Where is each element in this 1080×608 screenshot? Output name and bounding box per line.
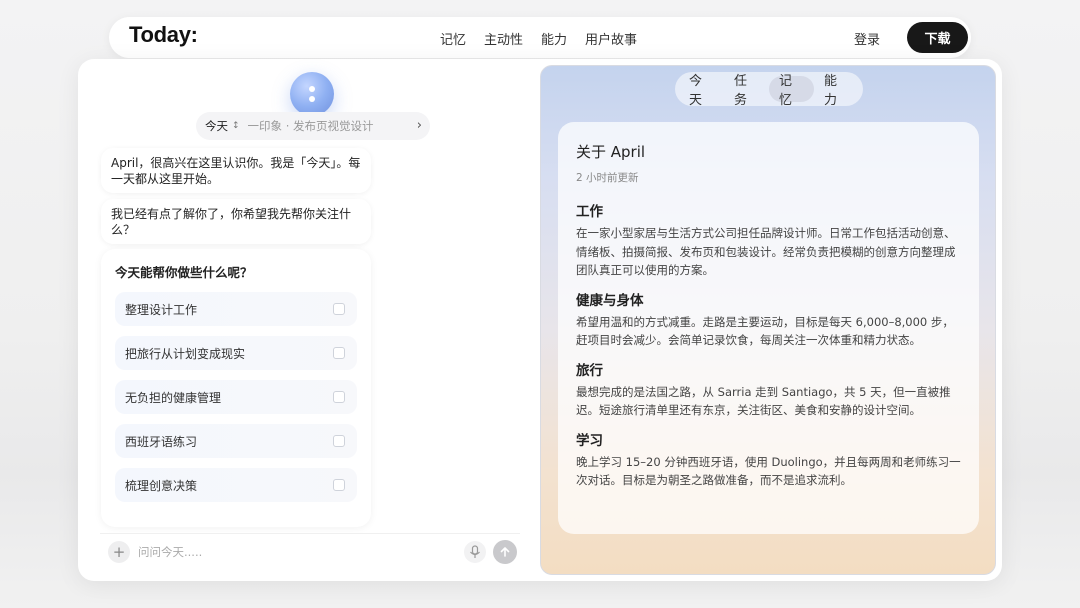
- checkbox[interactable]: [333, 347, 345, 359]
- assistant-message: 我已经有点了解你了，你希望我先帮你关注什么？: [101, 199, 371, 244]
- assistant-message: April，很高兴在这里认识你。我是「今天」。每一天都从这里开始。: [101, 148, 371, 193]
- section-text: 晚上学习 15–20 分钟西班牙语，使用 Duolingo，并且每两周和老师练习…: [576, 454, 961, 488]
- logo[interactable]: Today:: [129, 22, 198, 48]
- chevron-right-icon[interactable]: ›: [417, 118, 422, 133]
- section-text: 在一家小型家居与生活方式公司担任品牌设计师。日常工作包括活动创意、情绪板、拍摄简…: [576, 226, 956, 277]
- checkbox[interactable]: [333, 391, 345, 403]
- section-heading: 工作: [576, 204, 603, 220]
- tab-tasks[interactable]: 任务: [724, 74, 769, 108]
- memory-section-travel: 旅行 最想完成的是法国之路，从 Sarria 走到 Santiago，共 5 天…: [576, 362, 961, 420]
- arrow-up-icon: [500, 547, 510, 557]
- section-heading: 学习: [576, 432, 603, 449]
- message-composer: +: [100, 533, 520, 569]
- memory-section-work: 工作 在一家小型家居与生活方式公司担任品牌设计师。日常工作包括活动创意、情绪板、…: [576, 203, 961, 280]
- context-tags: 一印象 · 发布页视觉设计: [247, 119, 374, 133]
- nav-links: 记忆 主动性 能力 用户故事: [440, 29, 637, 48]
- plus-icon: +: [112, 543, 126, 561]
- app-window: 今天 ↕ 一印象 · 发布页视觉设计 › April，很高兴在这里认识你。我是「…: [78, 59, 1002, 581]
- nav-link-memory[interactable]: 记忆: [440, 29, 466, 48]
- section-heading: 健康与身体: [576, 292, 644, 309]
- memory-panel: 今天 任务 记忆 能力 关于 April 2 小时前更新 工作 在一家小型家居与…: [540, 65, 996, 575]
- memory-title: 关于 April: [576, 143, 646, 161]
- avatar-eye-dot: [309, 86, 315, 92]
- checkbox[interactable]: [333, 303, 345, 315]
- microphone-icon: [470, 545, 480, 558]
- context-fade: [368, 112, 408, 140]
- tab-memory[interactable]: 记忆: [769, 74, 814, 108]
- memory-section-health: 健康与身体 希望用温和的方式减重。走路是主要运动，目标是每天 6,000–8,0…: [576, 292, 961, 350]
- help-option-label: 无负担的健康管理: [125, 390, 222, 405]
- help-option[interactable]: 把旅行从计划变成现实: [115, 336, 357, 370]
- login-link[interactable]: 登录: [854, 29, 880, 48]
- last-updated: 2 小时前更新: [576, 172, 639, 184]
- help-option-label: 把旅行从计划变成现实: [125, 346, 246, 361]
- download-button[interactable]: 下载: [907, 22, 968, 53]
- checkbox[interactable]: [333, 435, 345, 447]
- checkbox[interactable]: [333, 479, 345, 491]
- help-title: 今天能帮你做些什么呢？: [115, 265, 253, 280]
- help-option[interactable]: 西班牙语练习: [115, 424, 357, 458]
- sort-icon: ↕: [232, 121, 240, 131]
- context-selector[interactable]: 今天 ↕ 一印象 · 发布页视觉设计 ›: [196, 112, 430, 140]
- message-input[interactable]: [138, 542, 438, 562]
- section-text: 最想完成的是法国之路，从 Sarria 走到 Santiago，共 5 天，但一…: [576, 384, 951, 418]
- help-option[interactable]: 梳理创意决策: [115, 468, 357, 502]
- help-option-label: 梳理创意决策: [125, 478, 198, 493]
- tab-today[interactable]: 今天: [679, 74, 724, 108]
- tab-abilities[interactable]: 能力: [814, 74, 859, 108]
- section-heading: 旅行: [576, 362, 603, 379]
- memory-card: 关于 April 2 小时前更新 工作 在一家小型家居与生活方式公司担任品牌设计…: [558, 122, 979, 534]
- top-navbar: Today: 记忆 主动性 能力 用户故事 登录 下载: [109, 17, 971, 58]
- avatar-eye-dot: [309, 96, 315, 102]
- help-options-card: 今天能帮你做些什么呢？ 整理设计工作 把旅行从计划变成现实 无负担的健康管理 西…: [101, 249, 371, 527]
- help-option[interactable]: 无负担的健康管理: [115, 380, 357, 414]
- section-text: 希望用温和的方式减重。走路是主要运动，目标是每天 6,000–8,000 步，赶…: [576, 314, 954, 348]
- help-option[interactable]: 整理设计工作: [115, 292, 357, 326]
- memory-section-learning: 学习 晚上学习 15–20 分钟西班牙语，使用 Duolingo，并且每两周和老…: [576, 432, 961, 490]
- nav-link-user-stories[interactable]: 用户故事: [585, 29, 637, 48]
- microphone-button[interactable]: [464, 541, 486, 563]
- nav-link-proactivity[interactable]: 主动性: [484, 29, 523, 48]
- nav-link-abilities[interactable]: 能力: [541, 29, 567, 48]
- add-attachment-button[interactable]: +: [108, 541, 130, 563]
- context-day: 今天: [205, 119, 228, 133]
- send-button[interactable]: [493, 540, 517, 564]
- panel-tabs: 今天 任务 记忆 能力: [675, 72, 863, 108]
- assistant-avatar-icon: [290, 72, 334, 116]
- help-option-label: 西班牙语练习: [125, 434, 198, 449]
- help-option-label: 整理设计工作: [125, 302, 198, 317]
